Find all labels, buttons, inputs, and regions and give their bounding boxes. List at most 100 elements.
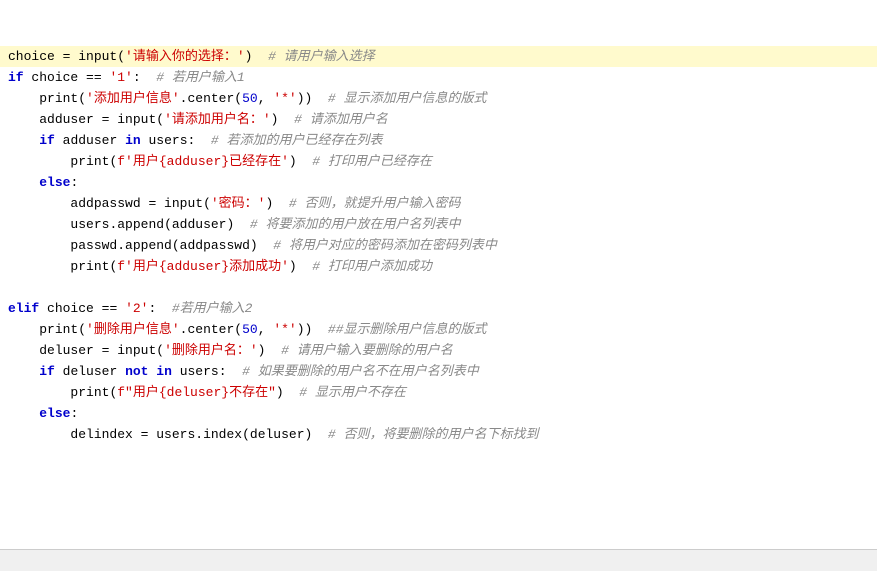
line-content: print(f'用户{adduser}已经存在') # 打印用户已经存在 (8, 151, 869, 172)
token-var: adduser (63, 133, 118, 148)
code-line: print('添加用户信息'.center(50, '*')) # 显示添加用户… (0, 88, 877, 109)
token-func: input (117, 343, 156, 358)
token-var: choice (47, 301, 94, 316)
token-punc: ) (276, 385, 284, 400)
token-punc: , (258, 322, 274, 337)
token-func: center (187, 91, 234, 106)
token-var: users (156, 427, 195, 442)
token-var: adduser (172, 217, 227, 232)
token-comment-zh: # 将要添加的用户放在用户名列表中 (234, 217, 460, 232)
token-comment-zh: # 否则，将要删除的用户名下标找到 (312, 427, 538, 442)
token-num: 50 (242, 91, 258, 106)
token-str: '*' (273, 322, 296, 337)
line-content: print(f'用户{adduser}添加成功') # 打印用户添加成功 (8, 256, 869, 277)
code-line: passwd.append(addpasswd) # 将用户对应的密码添加在密码… (0, 235, 877, 256)
line-content: if deluser not in users: # 如果要删除的用户名不在用户… (8, 361, 869, 382)
token-comment-zh: # 请添加用户名 (278, 112, 387, 127)
token-punc: . (195, 427, 203, 442)
line-content: if adduser in users: # 若添加的用户已经存在列表 (8, 130, 869, 151)
line-content: deluser = input('删除用户名：') # 请用户输入要删除的用户名 (8, 340, 869, 361)
code-line: deluser = input('删除用户名：') # 请用户输入要删除的用户名 (0, 340, 877, 361)
token-fstr: f"用户{deluser}不存在" (117, 385, 276, 400)
code-line: choice = input('请输入你的选择：') # 请用户输入选择 (0, 46, 877, 67)
token-punc: ) (289, 154, 297, 169)
token-func: print (70, 154, 109, 169)
code-line: print(f'用户{adduser}添加成功') # 打印用户添加成功 (0, 256, 877, 277)
code-line (0, 277, 877, 298)
token-punc: : (70, 175, 78, 190)
token-str: '1' (109, 70, 132, 85)
line-content: delindex = users.index(deluser) # 否则，将要删… (8, 424, 869, 445)
token-comment-zh: # 打印用户已经存在 (297, 154, 432, 169)
line-content: choice = input('请输入你的选择：') # 请用户输入选择 (8, 46, 869, 67)
line-content: if choice == '1': # 若用户输入1 (8, 67, 869, 88)
token-func: center (187, 322, 234, 337)
token-var: deluser (39, 343, 94, 358)
token-func: print (39, 91, 78, 106)
token-punc: == (94, 301, 125, 316)
token-kw: else (39, 175, 70, 190)
bottom-bar (0, 549, 877, 571)
token-func: input (117, 112, 156, 127)
token-comment-zh: # 请用户输入要删除的用户名 (265, 343, 452, 358)
token-comment-zh: # 请用户输入选择 (252, 49, 374, 64)
token-kw: not (125, 364, 148, 379)
token-comment-zh: # 若添加的用户已经存在列表 (195, 133, 382, 148)
token-comment-zh: # 若用户输入1 (141, 70, 245, 85)
token-var: deluser (250, 427, 305, 442)
token-punc: ( (203, 196, 211, 211)
token-punc: ( (78, 322, 86, 337)
token-punc: )) (297, 91, 313, 106)
code-line: else: (0, 172, 877, 193)
token-str: '2' (125, 301, 148, 316)
token-str-zh: '删除用户信息' (86, 322, 180, 337)
token-punc: ( (234, 322, 242, 337)
token-punc (55, 133, 63, 148)
line-content: print('删除用户信息'.center(50, '*')) ##显示删除用户… (8, 319, 869, 340)
code-line: print(f"用户{deluser}不存在") # 显示用户不存在 (0, 382, 877, 403)
token-punc: ( (156, 112, 164, 127)
token-punc: : (219, 364, 227, 379)
token-punc: : (133, 70, 141, 85)
token-var: users (148, 133, 187, 148)
line-content: print('添加用户信息'.center(50, '*')) # 显示添加用户… (8, 88, 869, 109)
code-line: adduser = input('请添加用户名：') # 请添加用户名 (0, 109, 877, 130)
code-line: if adduser in users: # 若添加的用户已经存在列表 (0, 130, 877, 151)
line-content: else: (8, 403, 869, 424)
code-line: delindex = users.index(deluser) # 否则，将要删… (0, 424, 877, 445)
token-punc: : (70, 406, 78, 421)
token-var: deluser (63, 364, 118, 379)
token-punc (39, 301, 47, 316)
line-content: else: (8, 172, 869, 193)
token-punc: ( (164, 217, 172, 232)
code-line: print('删除用户信息'.center(50, '*')) ##显示删除用户… (0, 319, 877, 340)
token-str-zh: '删除用户名：' (164, 343, 258, 358)
token-fstr: f'用户{adduser}已经存在' (117, 154, 289, 169)
token-punc: ) (250, 238, 258, 253)
token-kw: if (39, 364, 55, 379)
token-func: input (78, 49, 117, 64)
token-var: users (70, 217, 109, 232)
code-line: else: (0, 403, 877, 424)
token-str-zh: '添加用户信息' (86, 91, 180, 106)
token-func: print (39, 322, 78, 337)
token-str: '*' (273, 91, 296, 106)
token-kw: else (39, 406, 70, 421)
token-comment-zh: # 如果要删除的用户名不在用户名列表中 (227, 364, 479, 379)
code-line: elif choice == '2': #若用户输入2 (0, 298, 877, 319)
token-func: print (70, 259, 109, 274)
token-num: 50 (242, 322, 258, 337)
line-content: adduser = input('请添加用户名：') # 请添加用户名 (8, 109, 869, 130)
token-punc: ( (242, 427, 250, 442)
token-punc (55, 364, 63, 379)
token-var: passwd (70, 238, 117, 253)
token-var: delindex (70, 427, 132, 442)
token-punc: = (133, 427, 156, 442)
token-punc: ) (289, 259, 297, 274)
token-punc: = (141, 196, 164, 211)
token-punc: . (117, 238, 125, 253)
code-line: if choice == '1': # 若用户输入1 (0, 67, 877, 88)
token-var: choice (31, 70, 78, 85)
token-punc: , (258, 91, 274, 106)
token-fstr: f'用户{adduser}添加成功' (117, 259, 289, 274)
